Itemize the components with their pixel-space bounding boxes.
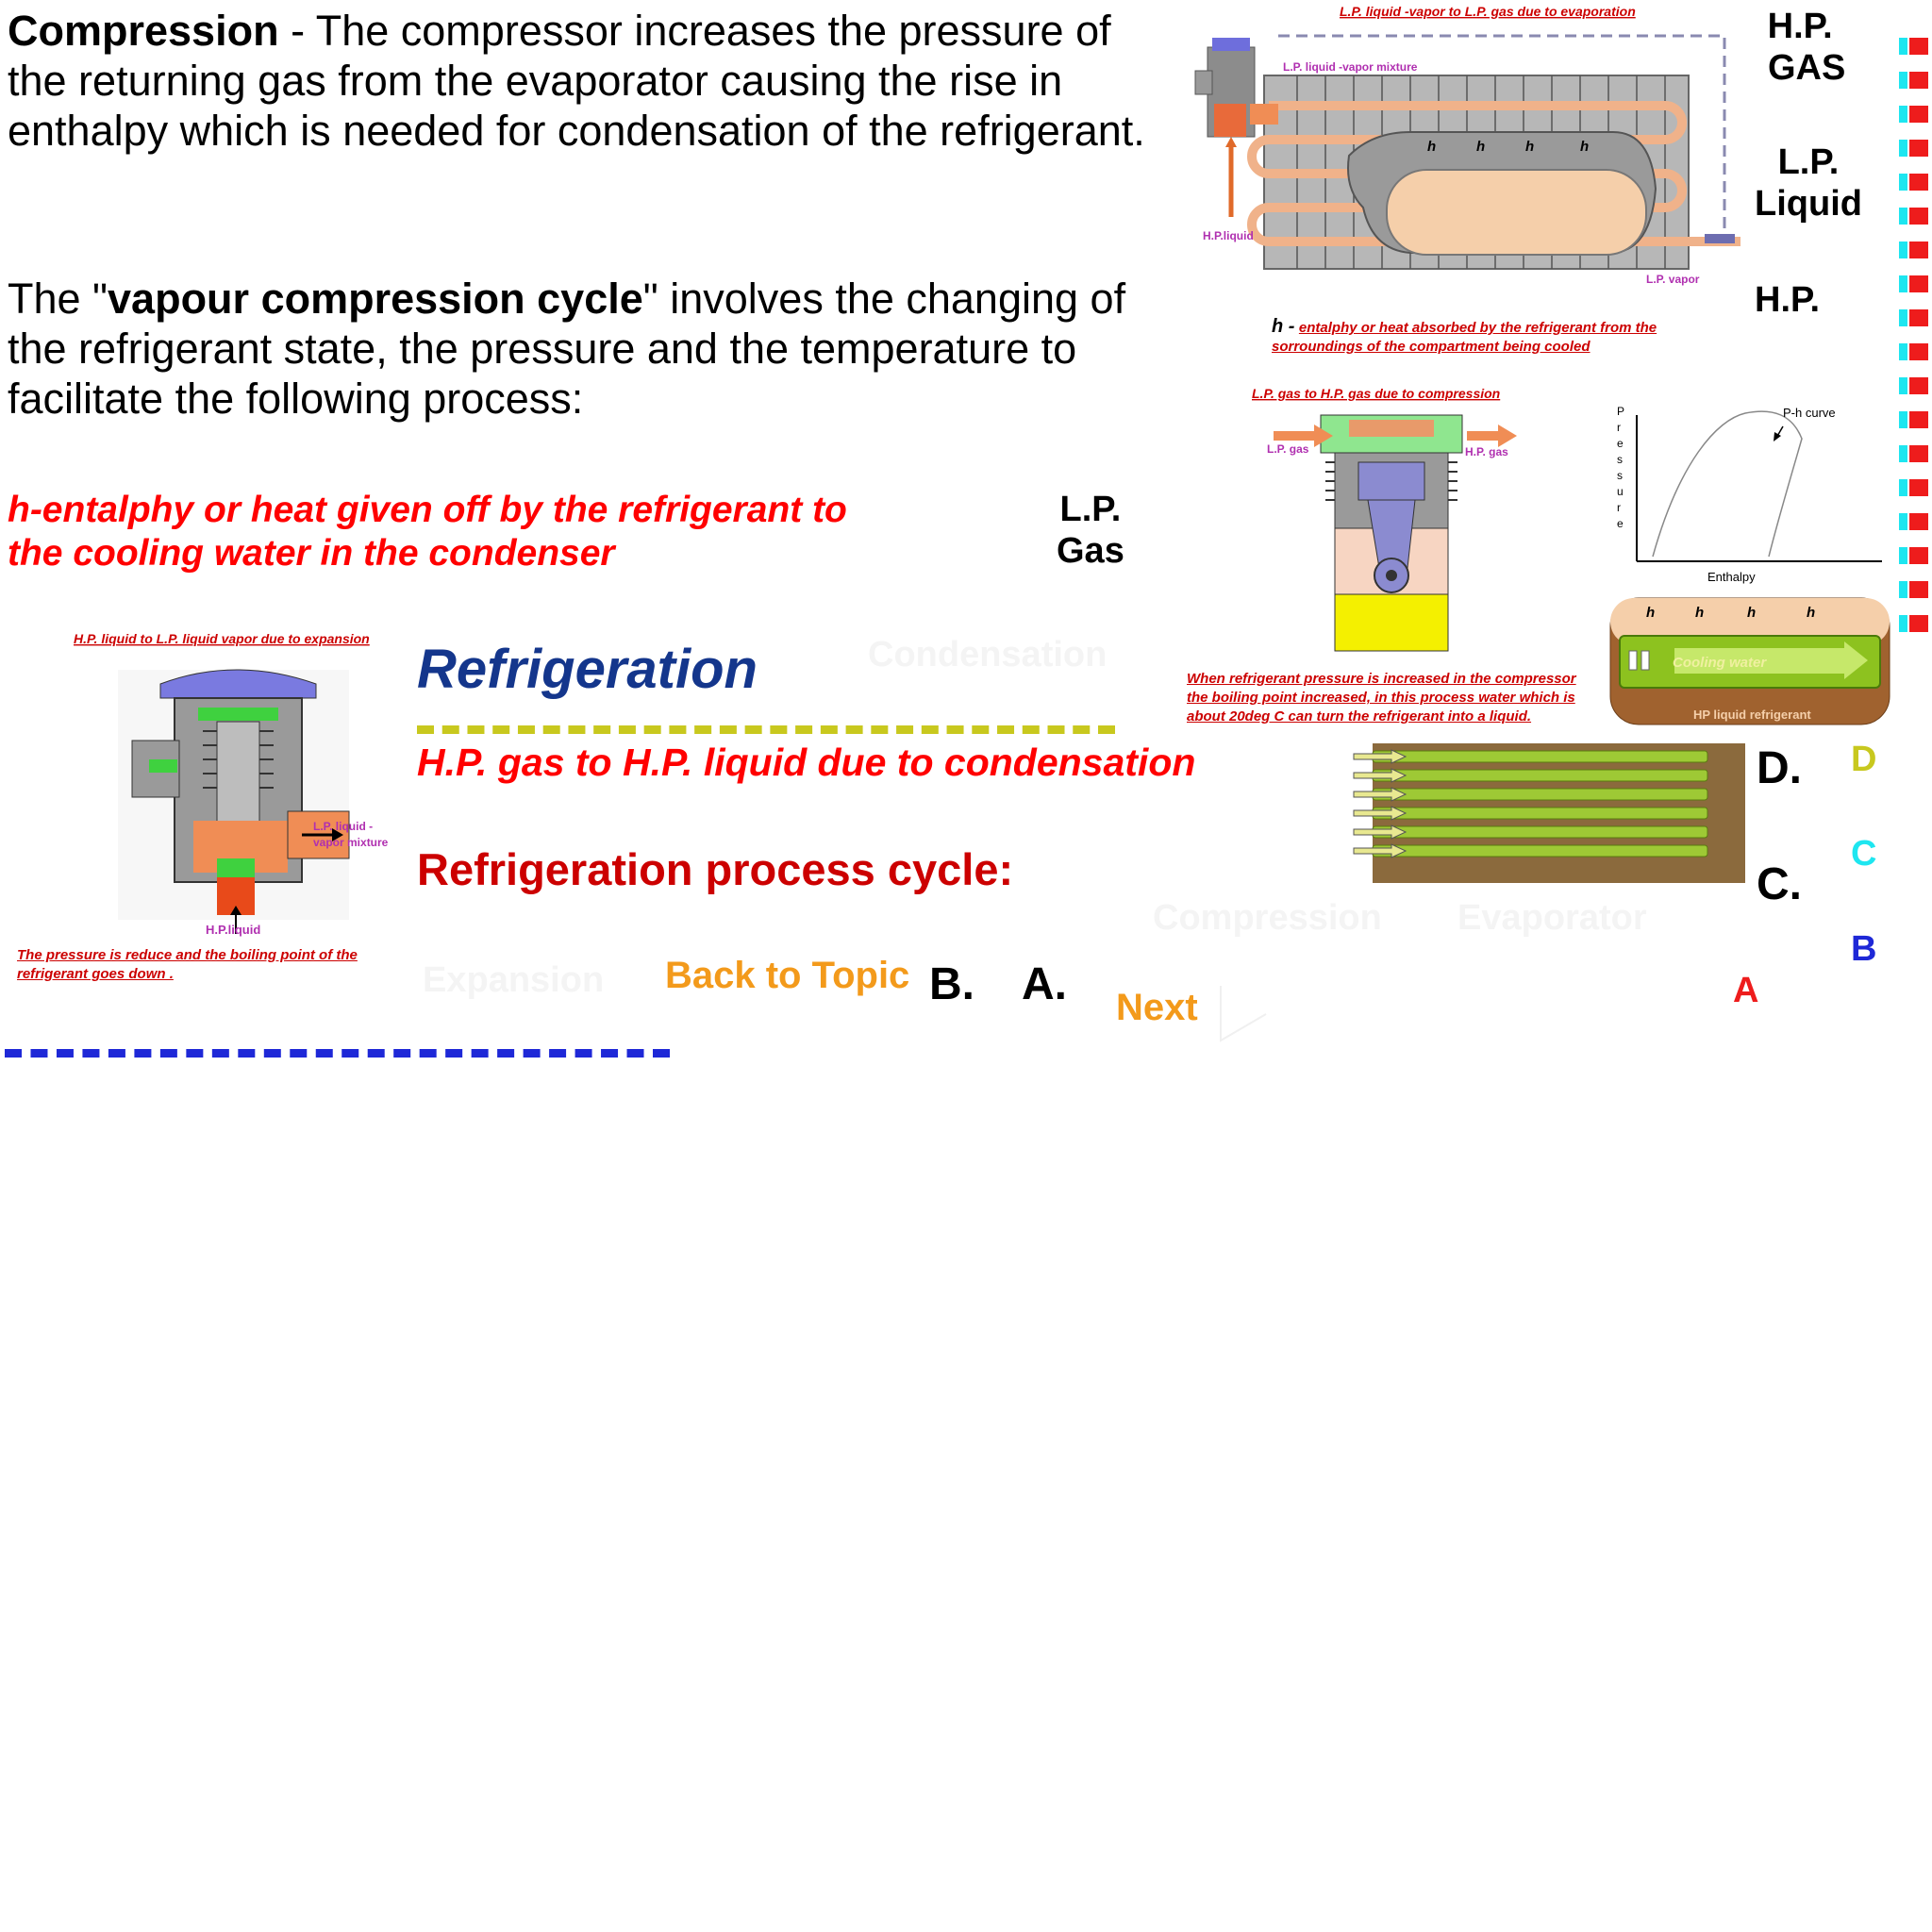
ph-ylabel-letter: s <box>1617 453 1623 466</box>
compressor-lp-gas-label: L.P. gas <box>1267 442 1309 456</box>
next-link[interactable]: Next <box>1116 987 1198 1029</box>
ph-ylabel-letter: r <box>1617 501 1621 514</box>
condensation-process-text: H.P. gas to H.P. liquid due to condensat… <box>417 741 1196 784</box>
blue-divider <box>5 1049 670 1058</box>
ph-xlabel: Enthalpy <box>1707 570 1756 584</box>
letter-a: A. <box>1022 959 1067 1009</box>
expansion-valve-diagram: H.P. liquid to L.P. liquid vapor due to … <box>66 627 406 939</box>
hidden-condensation-label: Condensation <box>868 635 1108 675</box>
condenser-cooling-water-label: Cooling water <box>1673 655 1767 671</box>
evap-h-2: h <box>1476 139 1485 155</box>
evaporator-enthalpy-note: h - entalphy or heat absorbed by the ref… <box>1272 316 1657 357</box>
edge-strip-cyan <box>1899 38 1907 632</box>
ph-chart-svg: P-h curve P r e s s u r e Enthalpy <box>1617 405 1882 584</box>
hp-label: H.P. <box>1755 280 1821 320</box>
compressor-note-line1: When refrigerant pressure is increased i… <box>1187 671 1576 687</box>
evaporator-mixture-label: L.P. liquid -vapor mixture <box>1283 60 1418 74</box>
page-title: Refrigeration <box>417 639 758 700</box>
lp-liquid-line2: Liquid <box>1755 184 1862 224</box>
hp-gas-line2: GAS <box>1768 48 1846 88</box>
condenser-h-2: h <box>1695 605 1704 621</box>
olive-divider <box>417 725 1115 734</box>
compression-term: Compression <box>8 7 279 55</box>
expansion-note-line2: refrigerant goes down . <box>17 966 174 982</box>
lp-gas-label: L.P. Gas <box>1057 489 1124 572</box>
evaporator-diagram: h h h h L.P. liquid -vapor to L.P. gas d… <box>1184 0 1750 292</box>
evaporator-lp-vapor-label: L.P. vapor <box>1646 273 1700 286</box>
compression-paragraph: Compression - The compressor increases t… <box>8 6 1158 156</box>
lp-liquid-line1: L.P. <box>1777 142 1840 182</box>
evaporator-hp-liquid-label: H.P.liquid <box>1203 229 1254 242</box>
enthalpy-h: h - <box>1272 316 1295 337</box>
ph-ylabel-letter: r <box>1617 421 1621 434</box>
condenser-h-4: h <box>1807 605 1815 621</box>
enthalpy-note-line2: sorroundings of the compartment being co… <box>1272 339 1591 355</box>
evap-h-4: h <box>1580 139 1589 155</box>
compressor-note: When refrigerant pressure is increased i… <box>1187 670 1576 726</box>
condenser-tank-svg: h h h h Cooling water HP liquid refriger… <box>1609 597 1890 725</box>
tube-bank <box>1349 743 1745 883</box>
h-condenser-line1: h-entalphy or heat given off by the refr… <box>8 490 847 530</box>
lp-liquid-label: L.P. Liquid <box>1755 142 1862 225</box>
compressor-note-line3: about 20deg C can turn the refrigerant i… <box>1187 708 1532 724</box>
expansion-note-line1: The pressure is reduce and the boiling p… <box>17 947 358 963</box>
process-cycle-heading: Refrigeration process cycle: <box>417 844 1014 894</box>
cycle-text-before: The " <box>8 275 108 323</box>
legend-d: D <box>1851 740 1877 779</box>
ph-ylabel-letter: u <box>1617 485 1624 498</box>
evap-h-1: h <box>1427 139 1436 155</box>
expansion-mixture-line2: vapor mixture <box>313 836 389 849</box>
compressor-svg: L.P. gas to H.P. gas due to compression … <box>1252 386 1517 652</box>
condenser-h-3: h <box>1747 605 1756 621</box>
ph-chart: P-h curve P r e s s u r e Enthalpy <box>1604 396 1887 590</box>
ph-ylabel-letter: e <box>1617 437 1624 450</box>
hidden-expansion-label: Expansion <box>423 960 605 1000</box>
condenser-hp-liquid-label: HP liquid refrigerant <box>1693 708 1811 722</box>
ph-ylabel-letter: e <box>1617 517 1624 530</box>
compressor-caption: L.P. gas to H.P. gas due to compression <box>1252 386 1500 401</box>
expansion-caption: H.P. liquid to L.P. liquid vapor due to … <box>74 631 370 646</box>
enthalpy-note-line1: entalphy or heat absorbed by the refrige… <box>1298 320 1657 336</box>
legend-a: A <box>1733 971 1759 1010</box>
next-arrow-icon <box>1219 986 1275 1042</box>
back-to-topic-link[interactable]: Back to Topic <box>665 955 909 997</box>
lp-gas-line2: Gas <box>1057 531 1124 571</box>
expansion-note: The pressure is reduce and the boiling p… <box>17 946 358 984</box>
ph-ylabel-letter: P <box>1617 405 1624 418</box>
hp-gas-label: H.P. GAS <box>1755 6 1846 89</box>
expansion-mixture-line1: L.P. liquid - <box>313 820 373 833</box>
expansion-valve-svg: H.P. liquid to L.P. liquid vapor due to … <box>74 631 389 934</box>
cycle-term: vapour compression cycle <box>108 275 643 323</box>
hp-gas-line1: H.P. <box>1767 7 1833 46</box>
legend-c: C <box>1851 834 1877 874</box>
evaporator-svg: h h h h L.P. liquid -vapor to L.P. gas d… <box>1194 4 1740 286</box>
letter-c: C. <box>1757 859 1802 909</box>
evaporator-caption: L.P. liquid -vapor to L.P. gas due to ev… <box>1340 4 1636 19</box>
compressor-hp-gas-label: H.P. gas <box>1465 445 1508 458</box>
ph-curve-label: P-h curve <box>1783 406 1836 420</box>
legend-b: B <box>1851 929 1877 969</box>
evap-h-3: h <box>1525 139 1534 155</box>
condenser-h-1: h <box>1646 605 1655 621</box>
expansion-hp-liquid-label: H.P.liquid <box>206 923 261 937</box>
hidden-compression-label: Compression <box>1153 898 1382 938</box>
cycle-paragraph: The "vapour compression cycle" involves … <box>8 274 1158 424</box>
edge-strip-red <box>1909 38 1928 632</box>
ph-ylabel-letter: s <box>1617 469 1623 482</box>
hidden-evaporator-label: Evaporator <box>1457 898 1647 938</box>
letter-b: B. <box>929 959 974 1009</box>
lp-gas-line1: L.P. <box>1059 490 1122 529</box>
condenser-tank: h h h h Cooling water HP liquid refriger… <box>1608 596 1891 728</box>
compressor-diagram: L.P. gas to H.P. gas due to compression … <box>1250 382 1533 656</box>
compressor-note-line2: the boiling point increased, in this pro… <box>1187 690 1575 706</box>
letter-d: D. <box>1757 743 1802 793</box>
h-condenser-note: h-entalphy or heat given off by the refr… <box>8 489 847 575</box>
tube-bank-svg <box>1353 743 1745 883</box>
h-condenser-line2: the cooling water in the condenser <box>8 533 615 574</box>
